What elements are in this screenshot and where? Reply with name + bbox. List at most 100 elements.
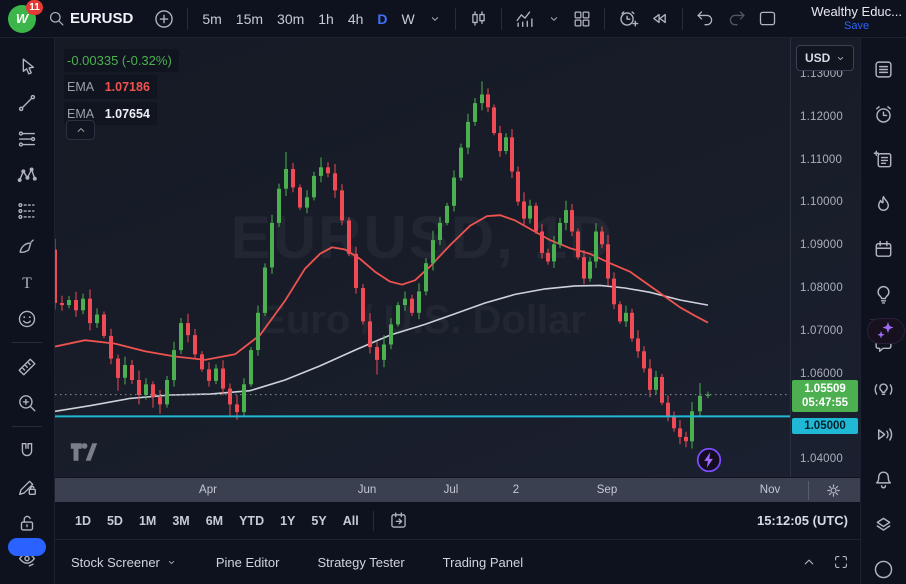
last-price-value: 1.05509 <box>792 382 858 396</box>
time-axis-label: Apr <box>199 484 217 496</box>
fib-retracement-icon <box>16 128 38 150</box>
range-ytd[interactable]: YTD <box>231 508 272 534</box>
compare-add-symbol-button[interactable] <box>148 4 180 34</box>
legend-change-row[interactable]: -0.00335 (-0.32%) <box>64 49 179 72</box>
notifications-icon <box>872 468 895 491</box>
tab-trading-panel[interactable]: Trading Panel <box>443 555 523 570</box>
streams-icon <box>872 423 895 446</box>
gear-icon <box>824 481 843 500</box>
live-ideas-icon <box>872 378 895 401</box>
bar-replay-button[interactable] <box>644 4 675 34</box>
indicators-button[interactable] <box>509 4 541 34</box>
grid-layout-icon <box>572 9 592 29</box>
symbol-name: EURUSD <box>70 10 133 27</box>
user-menu-button[interactable]: W 11 <box>0 0 42 38</box>
range-all[interactable]: All <box>335 508 367 534</box>
legend-ema-fast-row[interactable]: EMA 1.07186 <box>64 75 157 99</box>
xabcd-pattern-tool[interactable] <box>9 157 45 193</box>
chart-settings-gear[interactable] <box>813 479 853 502</box>
range-5d[interactable]: 5D <box>99 508 131 534</box>
redo-icon <box>726 8 747 29</box>
cursor-tool[interactable] <box>9 49 45 85</box>
toolbar-separator <box>455 8 456 30</box>
level-price-label: 1.05000 <box>792 418 858 434</box>
text-tool[interactable]: T <box>9 265 45 301</box>
chart-region[interactable]: EURUSD, 1D Euro / U.S. Dollar -0.00335 (… <box>55 38 860 477</box>
sidebar-item-live-ideas[interactable] <box>866 367 902 412</box>
sidebar-item-streams[interactable] <box>866 412 902 457</box>
sidebar-item-watchlist[interactable] <box>866 47 902 92</box>
sidebar-item-ideas[interactable] <box>866 272 902 317</box>
account-menu[interactable]: Wealthy Educ... Save <box>811 5 902 31</box>
tradingview-logo[interactable] <box>68 441 100 468</box>
save-layout-button[interactable] <box>752 4 783 34</box>
forecast-tool[interactable] <box>9 193 45 229</box>
price-scale[interactable]: 1.130001.120001.110001.100001.090001.080… <box>790 38 860 477</box>
time-axis[interactable]: AprJunJul2SepNov <box>55 477 860 502</box>
create-alert-button[interactable] <box>612 4 644 34</box>
range-3m[interactable]: 3M <box>164 508 197 534</box>
timeframe-4h[interactable]: 4h <box>341 4 371 34</box>
magnet-tool[interactable] <box>9 433 45 469</box>
timeframe-menu-button[interactable] <box>422 4 448 34</box>
sidebar-item-notifications[interactable] <box>866 457 902 502</box>
timeframe-5m[interactable]: 5m <box>195 4 228 34</box>
xabcd-pattern-icon <box>16 164 38 186</box>
range-1d[interactable]: 1D <box>67 508 99 534</box>
currency-dropdown[interactable]: USD <box>796 45 854 71</box>
save-link[interactable]: Save <box>811 20 902 32</box>
trend-line-tool[interactable] <box>9 85 45 121</box>
sidebar-item-calendar[interactable] <box>866 227 902 272</box>
emoji-tool[interactable] <box>9 301 45 337</box>
layout-grid-button[interactable] <box>567 4 597 34</box>
sidebar-item-hotlist[interactable] <box>866 182 902 227</box>
tab-pine-editor[interactable]: Pine Editor <box>216 555 280 570</box>
go-to-date-button[interactable] <box>380 508 417 534</box>
panel-maximize-button[interactable] <box>832 553 850 571</box>
currency-value: USD <box>805 51 830 65</box>
symbol-search-button[interactable]: EURUSD <box>42 4 148 34</box>
timeframe-w[interactable]: W <box>395 4 422 34</box>
left-toolbar-bottom-pill[interactable] <box>8 538 46 556</box>
sidebar-item-alerts[interactable] <box>866 92 902 137</box>
price-tick: 1.12000 <box>800 111 843 123</box>
ema-slow-value: 1.07654 <box>105 107 150 121</box>
price-tick: 1.09000 <box>800 239 843 251</box>
brush-icon <box>16 236 38 258</box>
ai-assistant-badge[interactable] <box>867 318 905 344</box>
undo-button[interactable] <box>690 4 721 34</box>
cursor-icon <box>16 56 38 78</box>
range-1y[interactable]: 1Y <box>272 508 303 534</box>
timeframe-30m[interactable]: 30m <box>270 4 311 34</box>
redo-button[interactable] <box>721 4 752 34</box>
forecast-icon <box>16 200 38 222</box>
brush-tool[interactable] <box>9 229 45 265</box>
panel-collapse-button[interactable] <box>800 553 818 571</box>
timeframe-d[interactable]: D <box>370 4 394 34</box>
range-5y[interactable]: 5Y <box>303 508 334 534</box>
timeframe-1h[interactable]: 1h <box>311 4 341 34</box>
range-1m[interactable]: 1M <box>131 508 164 534</box>
legend-collapse-button[interactable] <box>66 120 95 140</box>
tab-strategy-tester[interactable]: Strategy Tester <box>317 555 404 570</box>
ruler-tool[interactable] <box>9 349 45 385</box>
range-6m[interactable]: 6M <box>198 508 231 534</box>
sidebar-item-help[interactable] <box>866 547 902 584</box>
price-tick: 1.10000 <box>800 196 843 208</box>
quick-trade-lightning-badge[interactable] <box>696 447 722 473</box>
drawing-lock-tool[interactable] <box>9 469 45 505</box>
tab-stock-screener[interactable]: Stock Screener <box>71 555 178 570</box>
chart-style-button[interactable] <box>463 4 494 34</box>
fib-retracement-tool[interactable] <box>9 121 45 157</box>
lock-all-tool[interactable] <box>9 505 45 541</box>
undo-icon <box>695 8 716 29</box>
indicator-templates-button[interactable] <box>541 4 567 34</box>
price-tick: 1.11000 <box>800 154 842 166</box>
sidebar-item-news[interactable] <box>866 137 902 182</box>
timeframe-15m[interactable]: 15m <box>229 4 270 34</box>
time-axis-label: 2 <box>513 484 519 496</box>
clock-utc[interactable]: 15:12:05 (UTC) <box>757 513 848 528</box>
date-range-bar: 1D5D1M3M6MYTD1Y5YAll 15:12:05 (UTC) <box>55 502 860 540</box>
sidebar-item-object-tree[interactable] <box>866 502 902 547</box>
zoom-in-tool[interactable] <box>9 385 45 421</box>
